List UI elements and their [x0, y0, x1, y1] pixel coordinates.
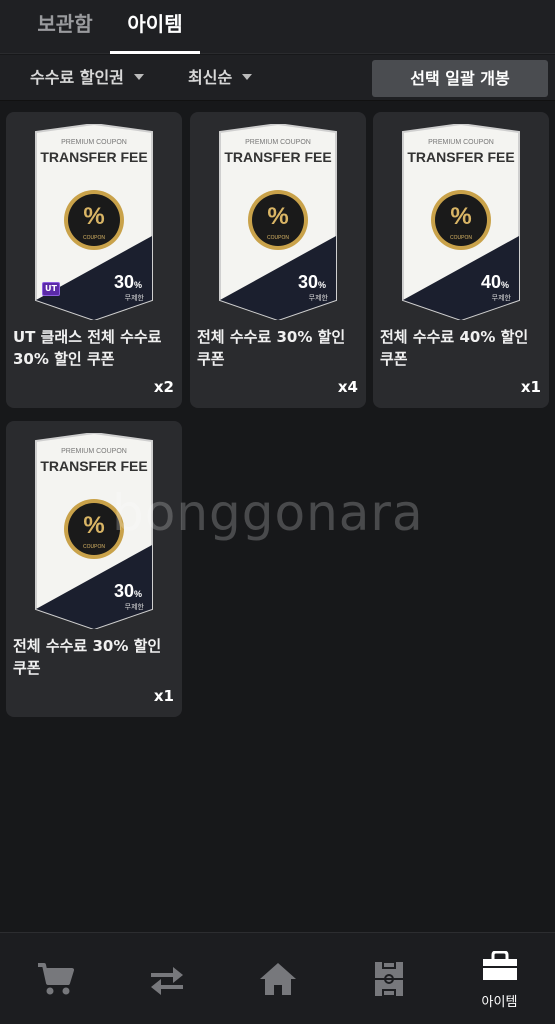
unlimited-text: 무제한 — [125, 294, 145, 302]
card-quantity: x1 — [153, 687, 174, 705]
coupon-word: COUPON — [83, 544, 105, 550]
percent-symbol: % — [450, 203, 471, 230]
nav-items[interactable]: 아이템 — [444, 933, 555, 1024]
watermark: bonggonara — [112, 484, 424, 542]
transfer-fee-coupon-image: PREMIUM COUPON TRANSFER FEE % COUPON 30%… — [219, 124, 337, 320]
field-icon — [375, 961, 403, 997]
cart-icon — [38, 963, 74, 995]
tab-storage[interactable]: 보관함 — [20, 0, 110, 54]
nav-transfer[interactable] — [111, 933, 222, 1024]
coupon-type-label: 수수료 할인권 — [30, 68, 124, 87]
coupon-word: COUPON — [450, 235, 472, 241]
card-quantity: x4 — [337, 378, 358, 396]
bulk-open-button[interactable]: 선택 일괄 개봉 — [372, 60, 548, 97]
premium-coupon-text: PREMIUM COUPON — [245, 139, 311, 146]
transfer-fee-text: TRANSFER FEE — [40, 149, 147, 165]
premium-coupon-text: PREMIUM COUPON — [61, 139, 127, 146]
coupon-card[interactable]: PREMIUM COUPON TRANSFER FEE % COUPON 30%… — [6, 112, 182, 408]
bag-icon — [483, 951, 517, 980]
tab-items[interactable]: 아이템 — [110, 0, 200, 54]
transfer-fee-coupon-image: PREMIUM COUPON TRANSFER FEE % COUPON 40%… — [402, 124, 520, 320]
filter-bar: 수수료 할인권 최신순 선택 일괄 개봉 — [0, 55, 555, 101]
chevron-down-icon — [133, 73, 144, 80]
percent-symbol: % — [83, 203, 104, 230]
card-title: 전체 수수료 30% 할인 쿠폰 — [197, 328, 346, 368]
nav-shop[interactable] — [0, 933, 111, 1024]
ut-class-badge: UT — [42, 282, 60, 296]
nav-home[interactable] — [222, 933, 333, 1024]
transfer-fee-text: TRANSFER FEE — [407, 149, 514, 165]
bottom-nav: 아이템 — [0, 932, 555, 1024]
nav-items-label: 아이템 — [481, 995, 518, 1010]
premium-coupon-text: PREMIUM COUPON — [61, 448, 127, 455]
sort-label: 최신순 — [188, 68, 233, 87]
unlimited-text: 무제한 — [492, 294, 512, 302]
card-quantity: x1 — [520, 378, 541, 396]
transfer-fee-text: TRANSFER FEE — [224, 149, 331, 165]
card-title: UT 클래스 전체 수수료 30% 할인 쿠폰 — [13, 328, 162, 368]
unlimited-text: 무제한 — [309, 294, 329, 302]
coupon-card[interactable]: PREMIUM COUPON TRANSFER FEE % COUPON 30%… — [190, 112, 366, 408]
percent-symbol: % — [83, 512, 104, 539]
active-tab-indicator — [110, 51, 200, 54]
transfer-fee-text: TRANSFER FEE — [40, 458, 147, 474]
percent-symbol: % — [267, 203, 288, 230]
tab-items-label: 아이템 — [127, 12, 183, 36]
card-quantity: x2 — [153, 378, 174, 396]
premium-coupon-text: PREMIUM COUPON — [428, 139, 494, 146]
unlimited-text: 무제한 — [125, 603, 145, 611]
coupon-type-dropdown[interactable]: 수수료 할인권 — [30, 55, 144, 101]
coupon-card[interactable]: PREMIUM COUPON TRANSFER FEE % COUPON 30%… — [6, 421, 182, 717]
sort-dropdown[interactable]: 최신순 — [188, 55, 253, 101]
top-tab-bar: 보관함 아이템 — [0, 0, 555, 54]
coupon-card[interactable]: PREMIUM COUPON TRANSFER FEE % COUPON 40%… — [373, 112, 549, 408]
card-title: 전체 수수료 30% 할인 쿠폰 — [13, 637, 162, 677]
nav-squad[interactable] — [333, 933, 444, 1024]
transfer-icon — [151, 967, 183, 995]
card-title: 전체 수수료 40% 할인 쿠폰 — [380, 328, 529, 368]
chevron-down-icon — [242, 73, 253, 80]
coupon-word: COUPON — [267, 235, 289, 241]
coupon-word: COUPON — [83, 235, 105, 241]
home-icon — [260, 963, 296, 995]
